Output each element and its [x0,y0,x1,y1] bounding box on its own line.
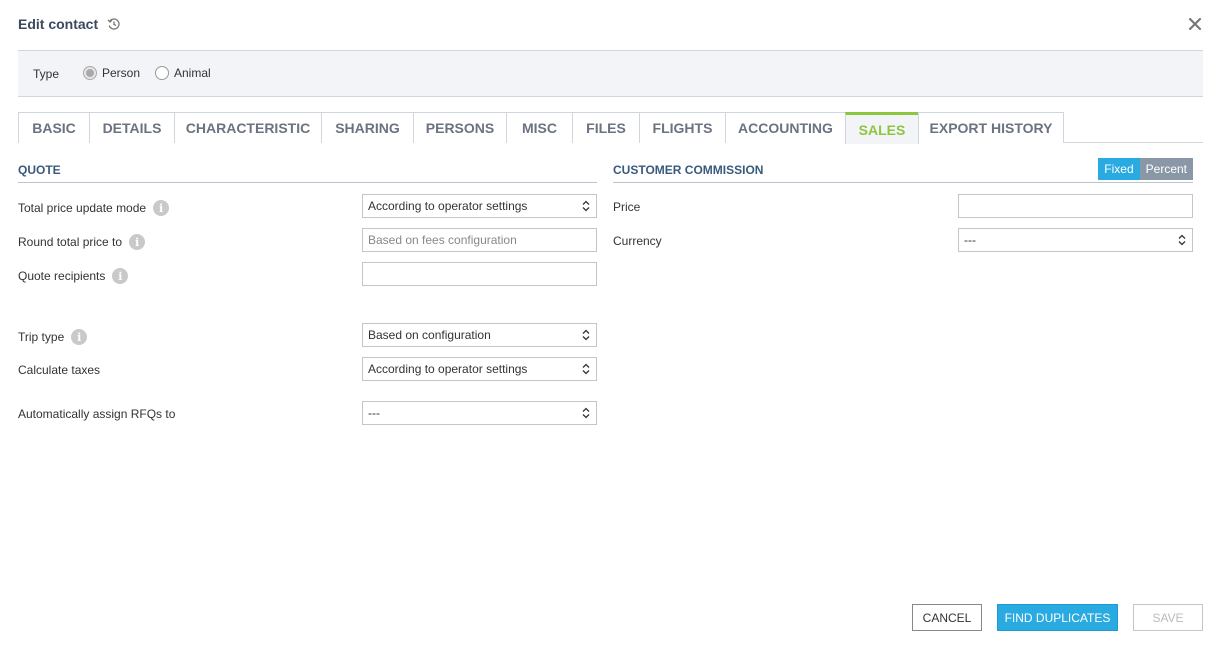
dialog-header: Edit contact [18,16,1203,36]
save-button[interactable]: SAVE [1133,604,1203,631]
info-icon[interactable]: i [129,234,146,250]
cancel-button[interactable]: CANCEL [912,604,982,631]
trip-type-value: Based on configuration [368,328,491,342]
info-icon[interactable]: i [71,329,88,345]
commission-mode-toggle: Fixed Percent [1098,158,1193,180]
fixed-toggle-button[interactable]: Fixed [1098,158,1140,180]
currency-text: Currency [613,234,662,248]
tab-basic[interactable]: BASIC [18,112,90,143]
chevron-updown-icon [582,407,590,419]
quote-section-title: QUOTE [18,163,61,177]
tab-files[interactable]: FILES [572,112,640,143]
calculate-taxes-text: Calculate taxes [18,363,101,377]
tab-misc[interactable]: MISC [506,112,573,143]
total-price-update-mode-select[interactable]: According to operator settings [362,194,597,218]
tab-flights[interactable]: FLIGHTS [639,112,726,143]
chevron-updown-icon [1178,234,1186,246]
trip-type-text: Trip type [18,330,65,344]
auto-assign-rfqs-select[interactable]: --- [362,401,597,425]
radio-person[interactable]: Person [83,66,140,80]
currency-label: Currency [613,234,662,248]
total-price-update-mode-label: Total price update mode i [18,200,170,216]
calculate-taxes-value: According to operator settings [368,362,528,376]
tab-export-history[interactable]: EXPORT HISTORY [918,112,1064,143]
auto-assign-rfqs-value: --- [368,406,380,420]
type-label: Type [33,67,60,81]
find-duplicates-button[interactable]: FIND DUPLICATES [997,604,1118,631]
auto-assign-rfqs-label: Automatically assign RFQs to [18,407,175,421]
percent-toggle-button[interactable]: Percent [1139,158,1193,180]
tab-sales[interactable]: SALES [845,112,919,144]
total-price-update-mode-text: Total price update mode [18,201,147,215]
trip-type-select[interactable]: Based on configuration [362,323,597,347]
total-price-update-mode-value: According to operator settings [368,199,528,213]
tab-accounting[interactable]: ACCOUNTING [725,112,846,143]
price-input[interactable] [958,194,1193,218]
tab-sharing[interactable]: SHARING [321,112,414,143]
quote-recipients-label: Quote recipients i [18,268,129,284]
radio-animal[interactable]: Animal [155,66,211,80]
customer-commission-divider [613,182,1193,183]
radio-animal-icon[interactable] [155,66,169,80]
quote-recipients-input[interactable] [362,262,597,286]
tab-bar: BASIC DETAILS CHARACTERISTIC SHARING PER… [18,112,1203,144]
close-icon[interactable] [1187,16,1203,32]
round-total-price-label: Round total price to i [18,234,146,250]
info-icon[interactable]: i [112,268,129,284]
radio-person-icon[interactable] [83,66,97,80]
quote-section-divider [18,182,597,183]
tab-persons[interactable]: PERSONS [413,112,507,143]
radio-person-label: Person [102,66,141,80]
history-icon[interactable] [107,17,121,31]
chevron-updown-icon [582,329,590,341]
chevron-updown-icon [582,200,590,212]
chevron-updown-icon [582,363,590,375]
quote-recipients-text: Quote recipients [18,269,106,283]
customer-commission-section-title: CUSTOMER COMMISSION [613,163,764,177]
currency-value: --- [964,233,976,247]
auto-assign-rfqs-text: Automatically assign RFQs to [18,407,176,421]
price-text: Price [613,200,641,214]
calculate-taxes-select[interactable]: According to operator settings [362,357,597,381]
trip-type-label: Trip type i [18,329,88,345]
currency-select[interactable]: --- [958,228,1193,252]
page-title: Edit contact [18,16,99,32]
round-total-price-text: Round total price to [18,235,123,249]
round-total-price-input[interactable] [362,228,597,252]
tab-details[interactable]: DETAILS [89,112,175,143]
info-icon[interactable]: i [153,200,170,216]
price-label: Price [613,200,640,214]
tab-characteristic[interactable]: CHARACTERISTIC [174,112,322,143]
radio-animal-label: Animal [174,66,211,80]
type-bar: Type Person Animal [18,51,1203,97]
calculate-taxes-label: Calculate taxes [18,363,100,377]
